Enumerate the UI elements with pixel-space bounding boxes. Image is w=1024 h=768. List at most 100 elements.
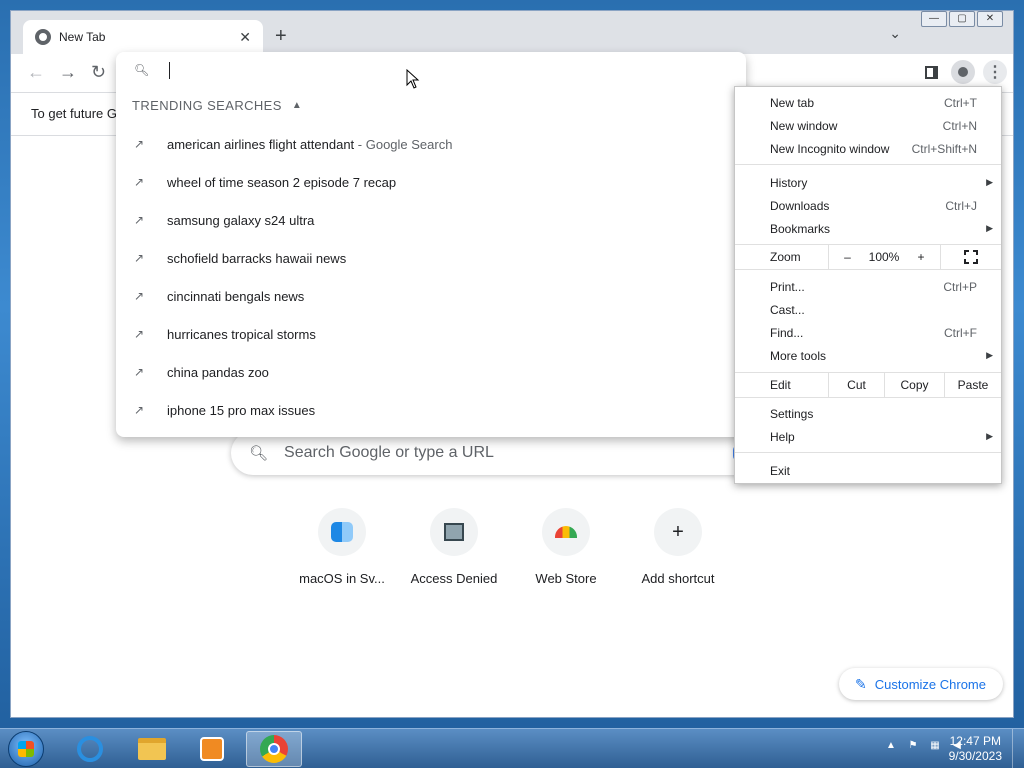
start-button[interactable]: [8, 731, 44, 767]
close-window-button[interactable]: ✕: [977, 11, 1003, 27]
tab-close-icon[interactable]: ✕: [239, 29, 251, 46]
back-arrow-icon[interactable]: ←: [27, 62, 45, 83]
menu-item-more-tools[interactable]: More tools ▶: [735, 344, 1001, 367]
menu-item-bookmarks[interactable]: Bookmarks ▶: [735, 217, 1001, 240]
tab-search-chevron-icon[interactable]: ⌄: [889, 25, 901, 42]
suggestion-item[interactable]: ↗ hurricanes tropical storms: [116, 315, 746, 353]
suggestion-item[interactable]: ↗ wheel of time season 2 episode 7 recap: [116, 163, 746, 201]
forward-arrow-icon[interactable]: →: [59, 62, 77, 83]
menu-item-exit[interactable]: Exit: [735, 459, 1001, 482]
taskbar-ie[interactable]: [62, 731, 118, 767]
shortcut-key: Ctrl+Shift+N: [911, 141, 977, 156]
tab-new-tab[interactable]: New Tab ✕: [23, 20, 263, 54]
cut-button[interactable]: Cut: [828, 373, 884, 397]
new-tab-button[interactable]: +: [275, 25, 287, 48]
menu-item-settings[interactable]: Settings: [735, 402, 1001, 425]
trending-icon: ↗: [134, 213, 145, 227]
menu-label: Bookmarks: [770, 221, 831, 236]
zoom-in-button[interactable]: +: [902, 245, 940, 269]
omnibox-input[interactable]: 🔍︎: [116, 52, 746, 88]
reload-icon[interactable]: ↻: [91, 62, 106, 83]
tab-title: New Tab: [59, 30, 106, 44]
menu-item-new-window[interactable]: New window Ctrl+N: [735, 114, 1001, 137]
shortcut-key: Ctrl+J: [945, 198, 977, 213]
chrome-menu: New tab Ctrl+T New window Ctrl+N New Incog…: [734, 86, 1002, 484]
computer-icon: [444, 523, 464, 541]
window-controls: — ▢ ✕: [919, 11, 1003, 27]
shortcut-key: Ctrl+N: [942, 118, 977, 133]
tray-expand-icon[interactable]: ▲: [884, 739, 898, 753]
shortcut-macos[interactable]: macOS in Sv...: [286, 508, 398, 586]
suggestion-text: china pandas zoo: [167, 364, 269, 380]
suggestion-text: american airlines flight attendant - Goo…: [167, 136, 453, 152]
suggestion-item[interactable]: ↗ samsung galaxy s24 ultra: [116, 201, 746, 239]
submenu-arrow-icon: ▶: [986, 223, 993, 233]
clock-date: 9/30/2023: [948, 749, 1002, 763]
menu-label: New window: [770, 118, 838, 133]
taskbar-explorer[interactable]: [124, 731, 180, 767]
ntp-search-box[interactable]: 🔍︎ Search Google or type a URL: [231, 431, 791, 475]
system-clock[interactable]: 12:47 PM 9/30/2023: [949, 734, 1002, 764]
internet-explorer-icon: [77, 736, 103, 762]
suggestion-item[interactable]: ↗ iphone 15 pro max issues: [116, 391, 746, 429]
shortcut-key: Ctrl+F: [944, 325, 977, 340]
menu-label: New tab: [770, 95, 815, 110]
menu-item-downloads[interactable]: Downloads Ctrl+J: [735, 194, 1001, 217]
network-icon[interactable]: ▦: [928, 739, 942, 753]
profile-button[interactable]: [951, 60, 975, 84]
menu-label: New Incognito window: [770, 141, 890, 156]
maximize-button[interactable]: ▢: [949, 11, 975, 27]
ntp-search-placeholder: Search Google or type a URL: [284, 444, 494, 461]
trending-icon: ↗: [134, 175, 145, 189]
shortcut-key: Ctrl+T: [944, 95, 977, 110]
suggestion-item[interactable]: ↗ cincinnati bengals news: [116, 277, 746, 315]
suggestion-item[interactable]: ↗ schofield barracks hawaii news: [116, 239, 746, 277]
fullscreen-button[interactable]: [940, 245, 1000, 269]
show-desktop-button[interactable]: [1012, 729, 1024, 768]
menu-item-history[interactable]: History ▶: [735, 171, 1001, 194]
taskbar-chrome[interactable]: [246, 731, 302, 767]
media-player-icon: [200, 737, 224, 761]
menu-item-print[interactable]: Print... Ctrl+P: [735, 275, 1001, 298]
suggestion-item[interactable]: ↗ american airlines flight attendant - G…: [116, 125, 746, 163]
profile-icon: [958, 67, 968, 77]
suggestion-item[interactable]: ↗ china pandas zoo: [116, 353, 746, 391]
menu-label: Cast...: [770, 302, 805, 317]
customize-chrome-button[interactable]: ✎ Customize Chrome: [839, 668, 1003, 700]
menu-button[interactable]: ⋮: [983, 60, 1007, 84]
taskbar: ▲ ⚑ ▦ ◀ 12:47 PM 9/30/2023: [0, 728, 1024, 768]
chrome-icon: [260, 735, 288, 763]
submenu-arrow-icon: ▶: [986, 177, 993, 187]
submenu-arrow-icon: ▶: [986, 431, 993, 441]
plus-icon: +: [672, 520, 684, 543]
zoom-out-button[interactable]: –: [828, 245, 866, 269]
omnibox-dropdown: 🔍︎ TRENDING SEARCHES ▲ ↗ american airlin…: [116, 52, 746, 437]
customize-label: Customize Chrome: [874, 676, 986, 692]
submenu-arrow-icon: ▶: [986, 350, 993, 360]
web-store-icon: [555, 526, 577, 538]
paste-button[interactable]: Paste: [944, 373, 1001, 397]
trending-searches-header[interactable]: TRENDING SEARCHES ▲: [132, 98, 302, 113]
menu-label: Print...: [770, 279, 805, 294]
finder-icon: [331, 522, 353, 542]
suggestion-text: wheel of time season 2 episode 7 recap: [167, 174, 397, 190]
menu-divider: [735, 164, 1001, 165]
minimize-button[interactable]: —: [921, 11, 947, 27]
copy-button[interactable]: Copy: [884, 373, 944, 397]
menu-item-incognito[interactable]: New Incognito window Ctrl+Shift+N: [735, 137, 1001, 160]
taskbar-media-player[interactable]: [184, 731, 240, 767]
menu-item-new-tab[interactable]: New tab Ctrl+T: [735, 91, 1001, 114]
shortcut-label: Add shortcut: [641, 571, 715, 586]
menu-item-help[interactable]: Help ▶: [735, 425, 1001, 448]
shortcut-label: Access Denied: [410, 571, 498, 586]
chevron-up-icon[interactable]: ▲: [292, 100, 302, 111]
side-panel-button[interactable]: [919, 60, 943, 84]
trending-heading: TRENDING SEARCHES: [132, 98, 282, 113]
action-center-icon[interactable]: ⚑: [906, 739, 920, 753]
menu-label: More tools: [770, 348, 827, 363]
menu-item-cast[interactable]: Cast...: [735, 298, 1001, 321]
shortcut-web-store[interactable]: Web Store: [510, 508, 622, 586]
shortcut-access-denied[interactable]: Access Denied: [398, 508, 510, 586]
shortcut-add[interactable]: + Add shortcut: [622, 508, 734, 586]
menu-item-find[interactable]: Find... Ctrl+F: [735, 321, 1001, 344]
